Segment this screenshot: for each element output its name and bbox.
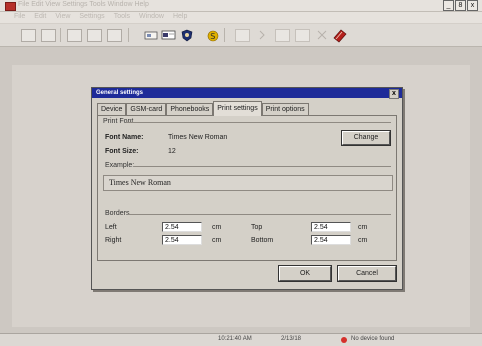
right-border-input[interactable]: 2.54 <box>162 235 202 245</box>
dialog-title-bar: General settings x <box>92 88 402 99</box>
tab-print-settings[interactable]: Print settings <box>213 101 262 116</box>
menu-file[interactable]: File <box>14 13 25 20</box>
divider <box>134 166 391 167</box>
left-border-label: Left <box>105 224 117 231</box>
device-status-icon <box>341 337 347 343</box>
toolbar-separator <box>60 28 61 42</box>
copy-icon[interactable] <box>86 28 102 42</box>
ok-button[interactable]: OK <box>278 265 332 282</box>
toolbar-separator <box>224 28 225 42</box>
forward-icon[interactable] <box>254 28 270 42</box>
status-time: 10:21:40 AM <box>218 336 252 342</box>
divider <box>128 214 391 215</box>
toolbar: S <box>0 24 482 47</box>
right-border-label: Right <box>105 237 122 244</box>
divider <box>126 122 391 123</box>
status-device: No device found <box>351 336 395 342</box>
window-title: File Edit View Settings Tools Window Hel… <box>18 1 149 8</box>
font-name-value: Times New Roman <box>168 134 228 141</box>
close-window-button[interactable]: x <box>467 0 478 11</box>
back-icon[interactable] <box>234 28 250 42</box>
title-bar: File Edit View Settings Tools Window Hel… <box>0 0 482 12</box>
delete-icon[interactable] <box>314 28 330 42</box>
minimize-button[interactable]: _ <box>443 0 454 11</box>
print-settings-panel: Print Font Font Name: Times New Roman Ch… <box>97 115 397 261</box>
right-border-unit: cm <box>212 237 222 244</box>
shield-icon[interactable] <box>179 28 195 42</box>
borders-section-label: Borders <box>105 210 130 217</box>
menu-settings[interactable]: Settings <box>79 13 104 20</box>
example-label: Example: <box>105 162 135 169</box>
font-size-value: 12 <box>168 148 176 155</box>
font-size-label: Font Size: <box>105 148 139 155</box>
left-border-unit: cm <box>212 224 222 231</box>
card-icon[interactable] <box>160 28 176 42</box>
status-bar: 10:21:40 AM 2/13/18 No device found <box>0 333 482 346</box>
restore-button[interactable]: 8 <box>455 0 466 11</box>
dialog-title: General settings <box>96 90 144 96</box>
left-border-input[interactable]: 2.54 <box>162 222 202 232</box>
bottom-border-unit: cm <box>358 237 368 244</box>
book-icon[interactable] <box>332 28 348 42</box>
top-border-unit: cm <box>358 224 368 231</box>
status-date: 2/13/18 <box>281 336 302 342</box>
paste-icon[interactable] <box>106 28 122 42</box>
grid-icon[interactable] <box>20 28 36 42</box>
menu-view[interactable]: View <box>55 13 70 20</box>
menu-window[interactable]: Window <box>139 13 164 20</box>
coin-icon[interactable]: S <box>205 28 221 42</box>
cut-icon[interactable] <box>66 28 82 42</box>
toolbar-separator <box>128 28 129 42</box>
font-example-text: Times New Roman <box>109 178 171 187</box>
menu-edit[interactable]: Edit <box>34 13 46 20</box>
cancel-button[interactable]: Cancel <box>337 265 397 282</box>
bottom-border-input[interactable]: 2.54 <box>311 235 351 245</box>
menu-tools[interactable]: Tools <box>114 13 130 20</box>
phone-icon[interactable] <box>143 28 159 42</box>
menu-help[interactable]: Help <box>173 13 187 20</box>
window-controls: _ 8 x <box>443 0 478 11</box>
general-settings-dialog: General settings x Device GSM-card Phone… <box>91 87 403 290</box>
grid2-icon[interactable] <box>40 28 56 42</box>
dialog-close-button[interactable]: x <box>389 89 399 99</box>
font-example-box: Times New Roman <box>103 175 393 191</box>
svg-text:S: S <box>210 32 215 41</box>
top-border-input[interactable]: 2.54 <box>311 222 351 232</box>
app-logo-icon <box>5 2 16 11</box>
redo-icon[interactable] <box>294 28 310 42</box>
menu-bar: File Edit View Settings Tools Window Hel… <box>0 12 482 23</box>
change-font-button[interactable]: Change <box>341 130 391 146</box>
font-name-label: Font Name: <box>105 134 144 141</box>
top-border-label: Top <box>251 224 263 231</box>
bottom-border-label: Bottom <box>251 237 274 244</box>
dialog-tabs: Device GSM-card Phonebooks Print setting… <box>97 101 309 116</box>
undo-icon[interactable] <box>274 28 290 42</box>
